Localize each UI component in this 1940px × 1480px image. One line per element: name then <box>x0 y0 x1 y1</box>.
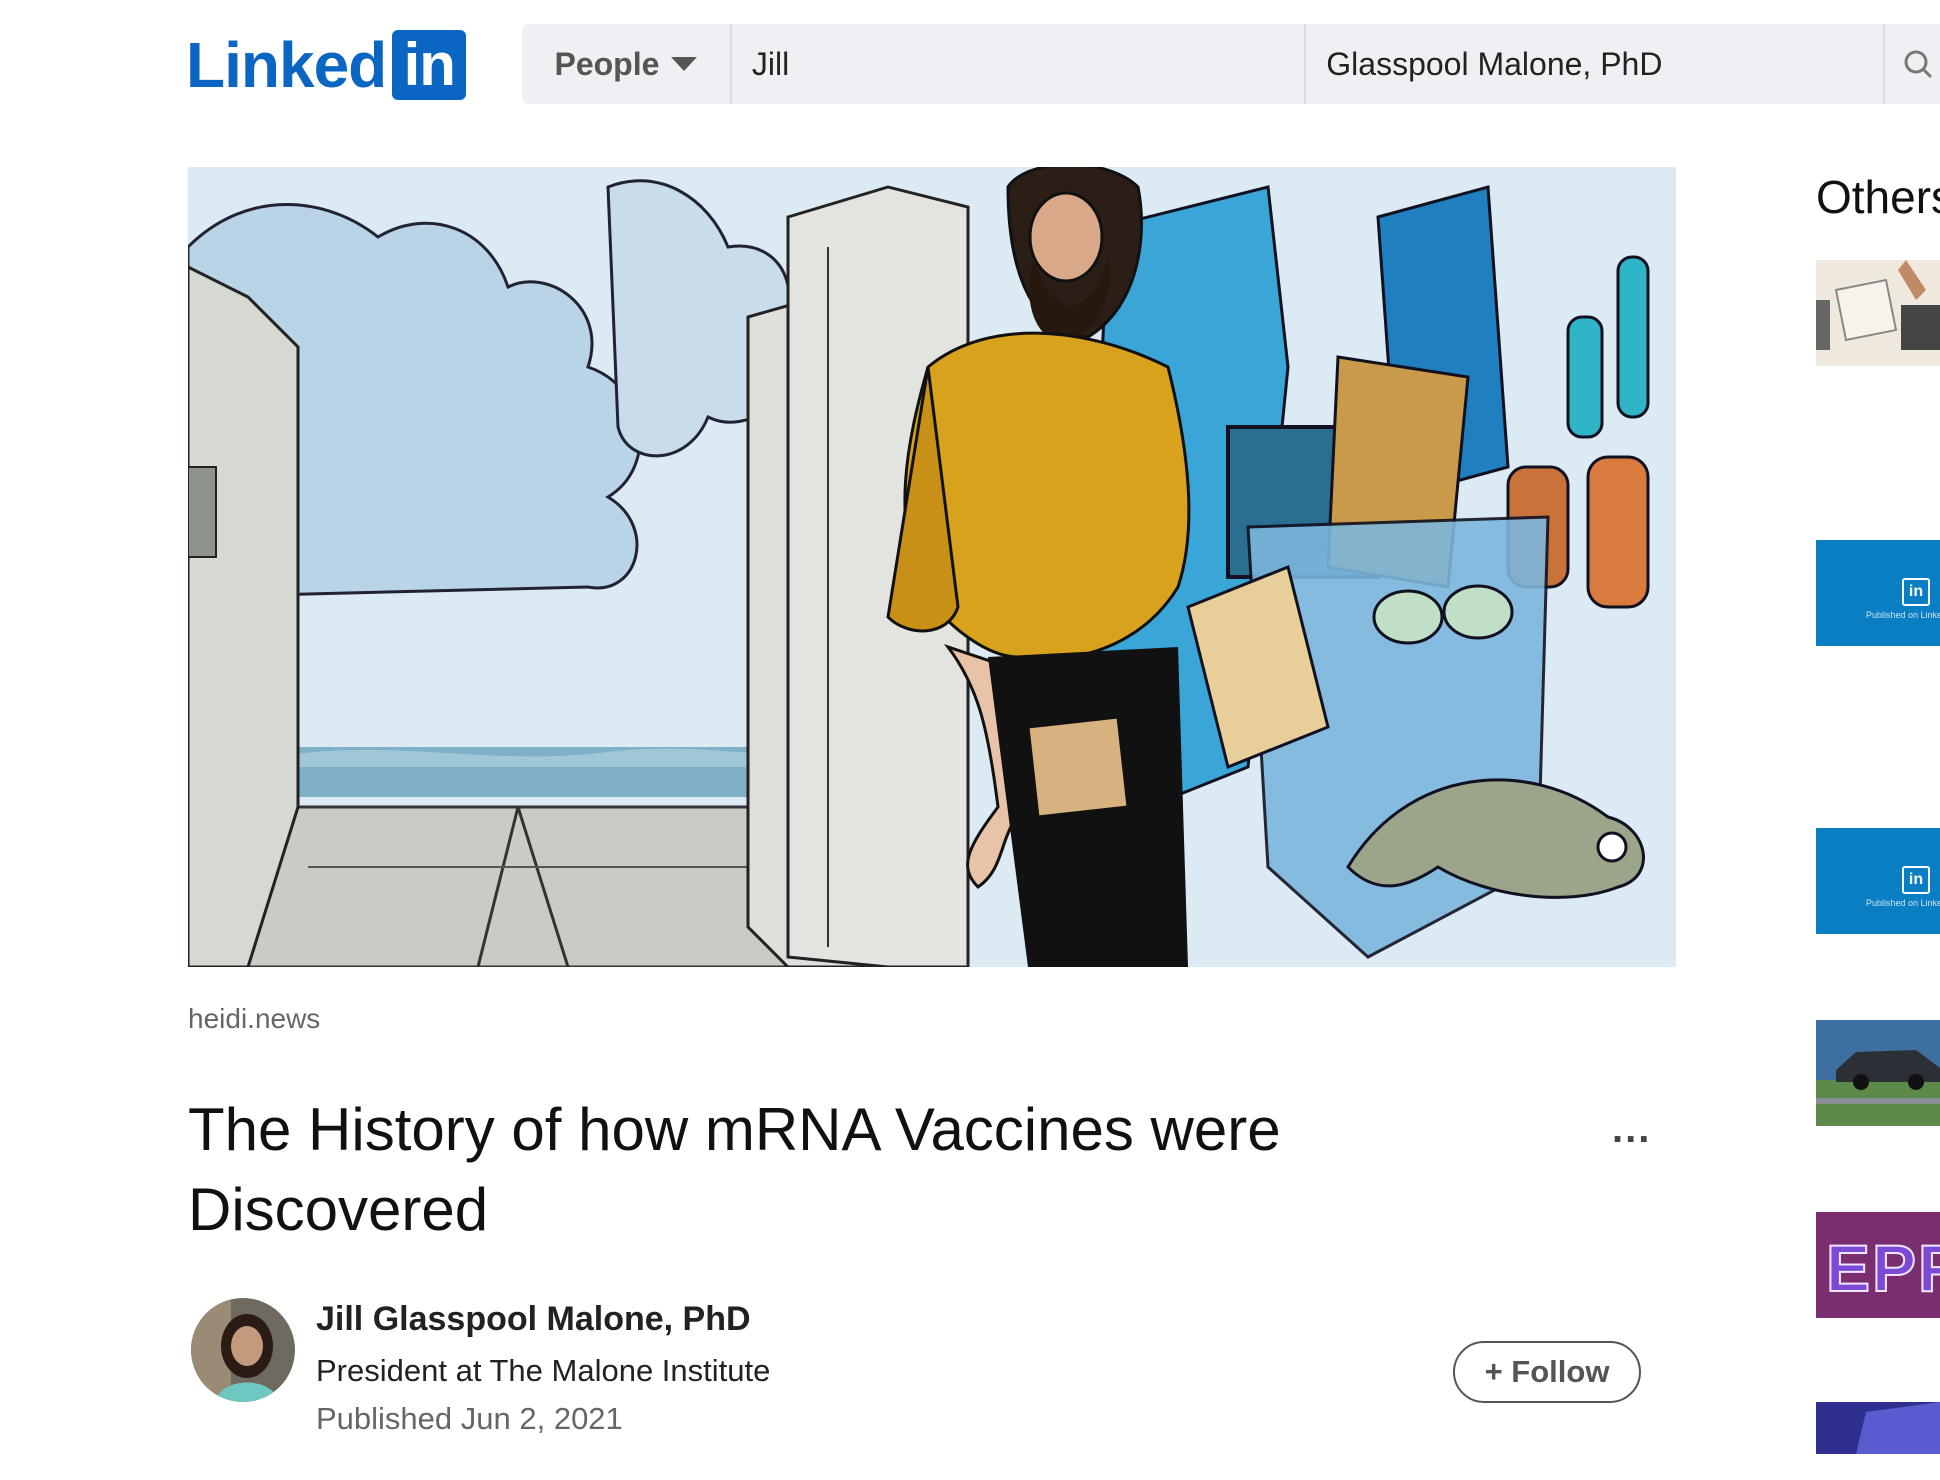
search-icon <box>1904 50 1932 79</box>
sidebar-article-thumbnail[interactable]: in Published on LinkedIn <box>1816 828 1940 934</box>
logo-word: Linked <box>186 29 387 101</box>
search-type-label: People <box>554 45 660 82</box>
image-source-caption: heidi.news <box>188 1003 321 1034</box>
caret-down-icon <box>671 57 698 71</box>
linkedin-icon: in <box>1902 578 1930 606</box>
logo-in-box: in <box>392 30 467 100</box>
thumbnail-caption: Published on LinkedIn <box>1866 610 1940 620</box>
sidebar-article-thumbnail[interactable] <box>1816 260 1940 366</box>
published-date: Published Jun 2, 2021 <box>316 1401 623 1436</box>
thumbnail-caption: Published on LinkedIn <box>1866 898 1940 908</box>
search-button[interactable] <box>1885 24 1940 104</box>
linkedin-logo[interactable]: Linked in <box>186 29 467 101</box>
sidebar-article-thumbnail[interactable] <box>1816 1402 1940 1454</box>
people-search-bar: People Jill Glasspool Malone, PhD <box>522 24 1940 104</box>
sidebar-article-thumbnail[interactable]: EPF <box>1816 1212 1940 1318</box>
first-name-input[interactable]: Jill <box>732 24 1307 104</box>
sidebar-title: Others <box>1816 171 1940 223</box>
more-options-button[interactable]: ... <box>1612 1107 1651 1152</box>
sidebar-article-thumbnail[interactable] <box>1816 1020 1940 1126</box>
linkedin-icon: in <box>1902 866 1930 894</box>
search-type-dropdown[interactable]: People <box>522 24 732 104</box>
thumbnail-text: EPF <box>1825 1230 1940 1306</box>
article-hero-image <box>188 167 1676 967</box>
author-avatar[interactable] <box>191 1298 295 1402</box>
last-name-input[interactable]: Glasspool Malone, PhD <box>1306 24 1885 104</box>
author-name[interactable]: Jill Glasspool Malone, PhD <box>316 1300 751 1339</box>
author-headline: President at The Malone Institute <box>316 1353 771 1388</box>
follow-button[interactable]: + Follow <box>1453 1341 1641 1403</box>
sidebar-article-thumbnail[interactable]: in Published on LinkedIn <box>1816 540 1940 646</box>
article-title: The History of how mRNA Vaccines were Di… <box>188 1096 1281 1243</box>
